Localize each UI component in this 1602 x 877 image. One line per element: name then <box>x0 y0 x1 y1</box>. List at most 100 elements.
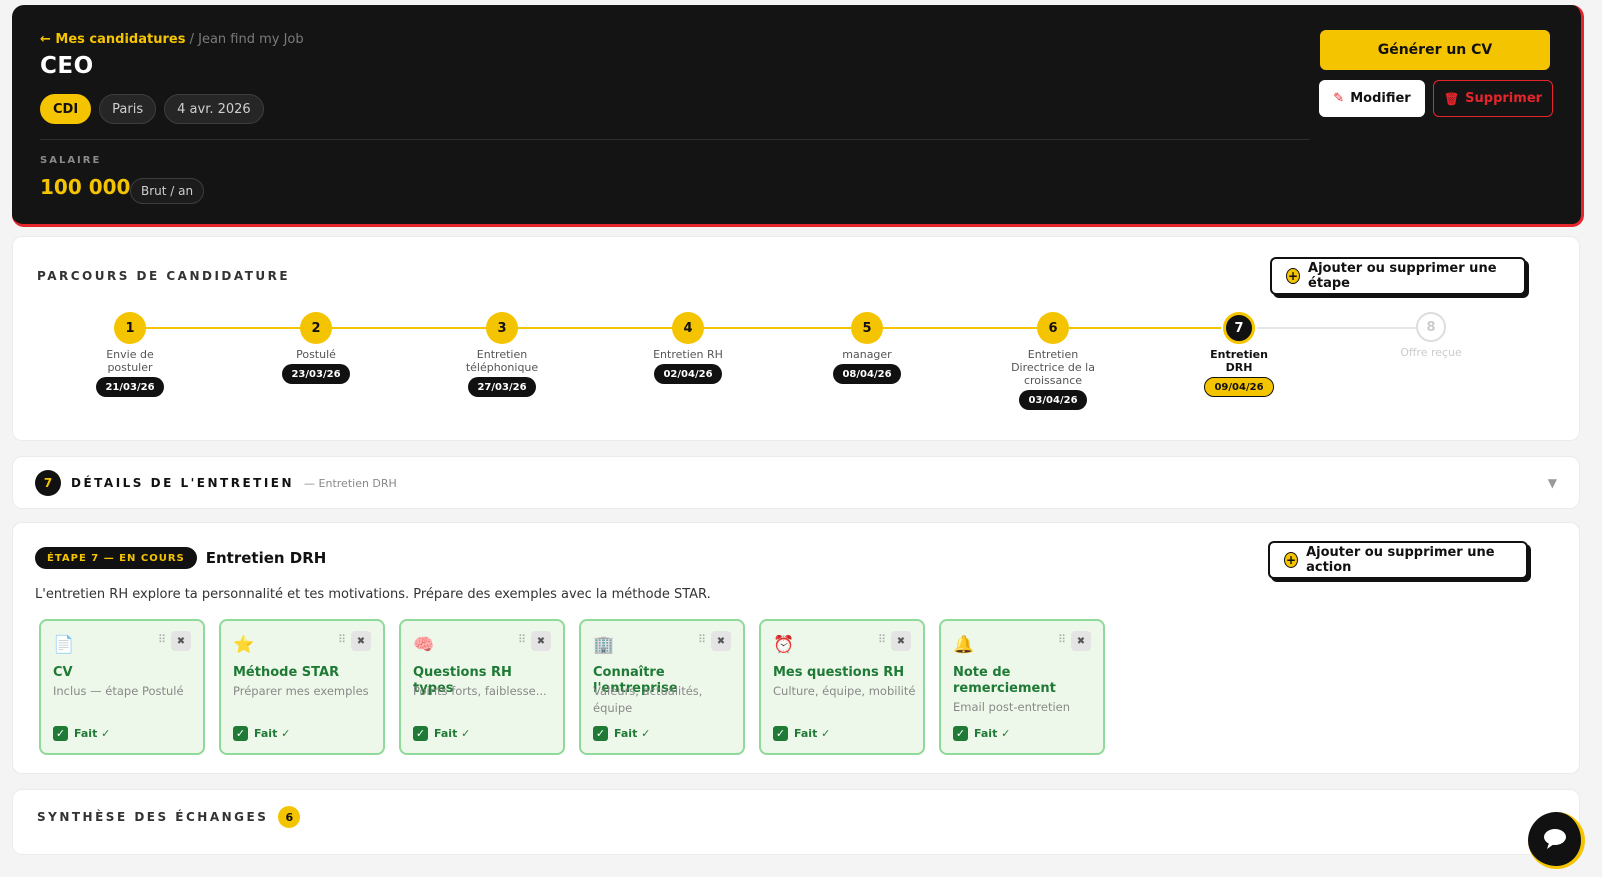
breadcrumb: ← Mes candidatures / Jean find my Job <box>40 32 304 47</box>
timeline-step-5[interactable]: 5 manager 08/04/26 <box>802 312 932 384</box>
close-icon[interactable]: ✖ <box>711 631 731 651</box>
step-number: 6 <box>1037 312 1069 344</box>
check-icon: ✓ <box>53 726 68 741</box>
page-title: CEO <box>40 53 94 79</box>
timeline-step-2[interactable]: 2 Postulé 23/03/26 <box>251 312 381 384</box>
location-tag: Paris <box>99 94 157 124</box>
close-icon[interactable]: ✖ <box>531 631 551 651</box>
stage-actions-card: ÉTAPE 7 — EN COURS Entretien DRH L'entre… <box>12 522 1580 774</box>
action-card-company[interactable]: 🏢 ⠿ ✖ Connaître l'entreprise Valeurs, ac… <box>579 619 745 755</box>
drag-handle-icon[interactable]: ⠿ <box>158 633 166 646</box>
step-date: 23/03/26 <box>282 364 350 384</box>
close-icon[interactable]: ✖ <box>351 631 371 651</box>
date-tag: 4 avr. 2026 <box>164 94 264 124</box>
pencil-icon: ✎ <box>1333 91 1345 106</box>
drag-handle-icon[interactable]: ⠿ <box>518 633 526 646</box>
done-label: Fait ✓ <box>614 727 651 740</box>
salary-value: 100 000 <box>40 175 131 199</box>
delete-button-label: Supprimer <box>1465 91 1543 106</box>
edit-button-label: Modifier <box>1350 91 1411 106</box>
step-date: 03/04/26 <box>1019 390 1087 410</box>
done-label: Fait ✓ <box>434 727 471 740</box>
summary-title: SYNTHÈSE DES ÉCHANGES <box>37 810 269 824</box>
summary-heading: SYNTHÈSE DES ÉCHANGES 6 <box>37 806 301 828</box>
bell-icon: 🔔 <box>953 635 975 655</box>
step-label: Offre reçue <box>1400 346 1462 359</box>
chat-button[interactable] <box>1528 812 1585 869</box>
action-description: Valeurs, actualités, équipe <box>593 684 703 715</box>
check-icon: ✓ <box>773 726 788 741</box>
done-checkbox[interactable]: ✓ Fait ✓ <box>413 726 470 741</box>
back-link[interactable]: ← Mes candidatures <box>40 32 185 47</box>
header-divider <box>40 139 1310 140</box>
details-title: DÉTAILS DE L'ENTRETIEN <box>71 476 295 490</box>
delete-button[interactable]: 🗑 Supprimer <box>1433 80 1553 117</box>
timeline-track: 1 Envie de postuler 21/03/26 2 Postulé 2… <box>13 237 1579 440</box>
manage-actions-button[interactable]: + Ajouter ou supprimer une action <box>1268 541 1528 579</box>
salary-label: SALAIRE <box>40 155 102 166</box>
done-label: Fait ✓ <box>974 727 1011 740</box>
step-label: Entretien Directrice de la croissance <box>1011 348 1095 387</box>
done-checkbox[interactable]: ✓ Fait ✓ <box>773 726 830 741</box>
action-card-thank-you[interactable]: 🔔 ⠿ ✖ Note de remerciement Email post-en… <box>939 619 1105 755</box>
done-label: Fait ✓ <box>794 727 831 740</box>
job-header: ← Mes candidatures / Jean find my Job CE… <box>12 5 1584 227</box>
chat-bubble-icon <box>1543 829 1566 849</box>
check-icon: ✓ <box>953 726 968 741</box>
step-date: 08/04/26 <box>833 364 901 384</box>
stage-status-badge: ÉTAPE 7 — EN COURS <box>35 547 197 569</box>
timeline-step-7-current[interactable]: 7 Entretien DRH 09/04/26 <box>1174 312 1304 397</box>
check-icon: ✓ <box>593 726 608 741</box>
generate-cv-button[interactable]: Générer un CV <box>1320 30 1550 70</box>
stage-heading: ÉTAPE 7 — EN COURS Entretien DRH <box>35 547 326 569</box>
job-tags: CDI Paris 4 avr. 2026 <box>40 94 264 124</box>
action-title: Méthode STAR <box>233 665 340 680</box>
timeline-step-8[interactable]: 8 Offre reçue <box>1366 312 1496 359</box>
step-number: 4 <box>672 312 704 344</box>
done-checkbox[interactable]: ✓ Fait ✓ <box>53 726 110 741</box>
action-card-cv[interactable]: 📄 ⠿ ✖ CV Inclus — étape Postulé ✓ Fait ✓ <box>39 619 205 755</box>
close-icon[interactable]: ✖ <box>171 631 191 651</box>
action-description: Préparer mes exemples <box>233 684 369 698</box>
alarm-clock-icon: ⏰ <box>773 635 795 655</box>
action-title: Mes questions RH <box>773 665 905 680</box>
drag-handle-icon[interactable]: ⠿ <box>338 633 346 646</box>
drag-handle-icon[interactable]: ⠿ <box>698 633 706 646</box>
action-description: Points forts, faiblesse... <box>413 684 547 698</box>
action-description: Email post-entretien <box>953 700 1071 714</box>
done-checkbox[interactable]: ✓ Fait ✓ <box>953 726 1010 741</box>
step-date: 21/03/26 <box>96 377 164 397</box>
action-description: Inclus — étape Postulé <box>53 684 184 698</box>
timeline-step-6[interactable]: 6 Entretien Directrice de la croissance … <box>988 312 1118 410</box>
timeline-step-4[interactable]: 4 Entretien RH 02/04/26 <box>623 312 753 384</box>
timeline-step-1[interactable]: 1 Envie de postuler 21/03/26 <box>65 312 195 397</box>
action-title: CV <box>53 665 73 680</box>
step-label: Entretien RH <box>653 348 723 361</box>
action-card-my-questions[interactable]: ⏰ ⠿ ✖ Mes questions RH Culture, équipe, … <box>759 619 925 755</box>
close-icon[interactable]: ✖ <box>1071 631 1091 651</box>
done-checkbox[interactable]: ✓ Fait ✓ <box>233 726 290 741</box>
details-heading: 7 DÉTAILS DE L'ENTRETIEN — Entretien DRH <box>35 470 397 496</box>
step-number: 8 <box>1416 312 1446 342</box>
breadcrumb-current: Jean find my Job <box>198 32 304 47</box>
action-card-star[interactable]: ⭐ ⠿ ✖ Méthode STAR Préparer mes exemples… <box>219 619 385 755</box>
action-card-hr-questions[interactable]: 🧠 ⠿ ✖ Questions RH types Points forts, f… <box>399 619 565 755</box>
chevron-down-icon: ▼ <box>1547 476 1557 490</box>
drag-handle-icon[interactable]: ⠿ <box>878 633 886 646</box>
building-icon: 🏢 <box>593 635 615 655</box>
step-label: Entretien téléphonique <box>465 348 539 374</box>
details-subtitle: — Entretien DRH <box>304 476 397 490</box>
step-number: 3 <box>486 312 518 344</box>
interview-details-toggle[interactable]: 7 DÉTAILS DE L'ENTRETIEN — Entretien DRH… <box>12 456 1580 509</box>
step-label: Envie de postuler <box>106 348 154 374</box>
edit-button[interactable]: ✎ Modifier <box>1319 80 1425 117</box>
close-icon[interactable]: ✖ <box>891 631 911 651</box>
exchange-summary-card[interactable]: SYNTHÈSE DES ÉCHANGES 6 <box>12 789 1580 855</box>
step-number: 5 <box>851 312 883 344</box>
timeline-step-3[interactable]: 3 Entretien téléphonique 27/03/26 <box>437 312 567 397</box>
step-date: 27/03/26 <box>468 377 536 397</box>
drag-handle-icon[interactable]: ⠿ <box>1058 633 1066 646</box>
application-timeline-card: PARCOURS DE CANDIDATURE + Ajouter ou sup… <box>12 236 1580 441</box>
step-number: 7 <box>1223 312 1255 344</box>
done-checkbox[interactable]: ✓ Fait ✓ <box>593 726 650 741</box>
